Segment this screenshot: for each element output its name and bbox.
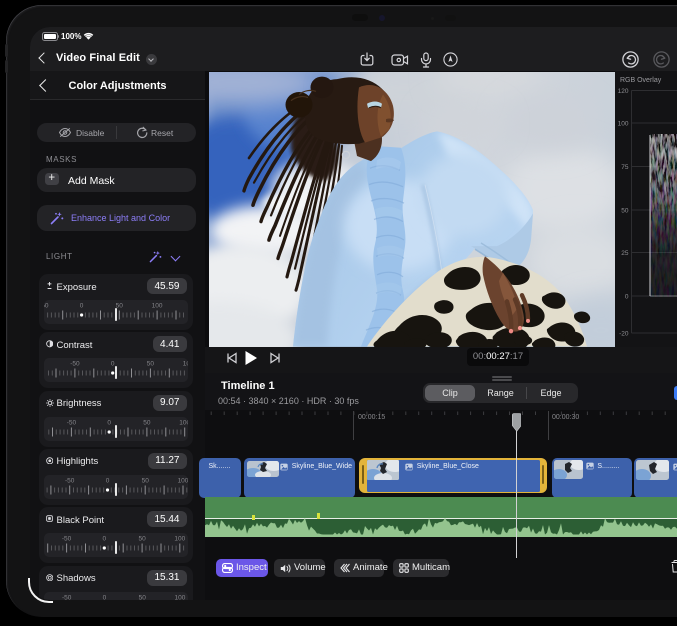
svg-text:100: 100 [618, 121, 629, 128]
svg-text:100: 100 [177, 477, 187, 484]
svg-text:0: 0 [110, 361, 114, 368]
svg-text:50: 50 [138, 594, 146, 600]
svg-text:50: 50 [143, 419, 151, 426]
svg-text:75: 75 [621, 164, 629, 171]
svg-text:100: 100 [151, 303, 162, 310]
svg-text:0: 0 [625, 294, 629, 301]
svg-text:50: 50 [138, 536, 146, 543]
svg-text:0: 0 [102, 536, 106, 543]
svg-text:100: 100 [179, 419, 188, 426]
svg-text:100: 100 [174, 594, 185, 600]
svg-text:-50: -50 [61, 536, 71, 543]
svg-text:50: 50 [141, 477, 149, 484]
svg-text:0: 0 [107, 419, 111, 426]
svg-text:50: 50 [146, 361, 154, 368]
svg-text:120: 120 [618, 88, 629, 95]
svg-text:0: 0 [105, 477, 109, 484]
svg-text:-50: -50 [64, 477, 74, 484]
svg-text:0: 0 [79, 303, 83, 310]
svg-text:50: 50 [115, 303, 123, 310]
svg-text:0: 0 [102, 594, 106, 600]
svg-text:100: 100 [174, 536, 185, 543]
svg-text:100: 100 [182, 361, 187, 368]
svg-text:50: 50 [621, 208, 629, 215]
svg-text:-20: -20 [619, 331, 629, 338]
svg-text:-50: -50 [66, 419, 76, 426]
svg-text:-50: -50 [44, 303, 49, 310]
svg-text:-50: -50 [70, 361, 80, 368]
svg-text:25: 25 [621, 250, 629, 257]
svg-text:-50: -50 [61, 594, 71, 600]
